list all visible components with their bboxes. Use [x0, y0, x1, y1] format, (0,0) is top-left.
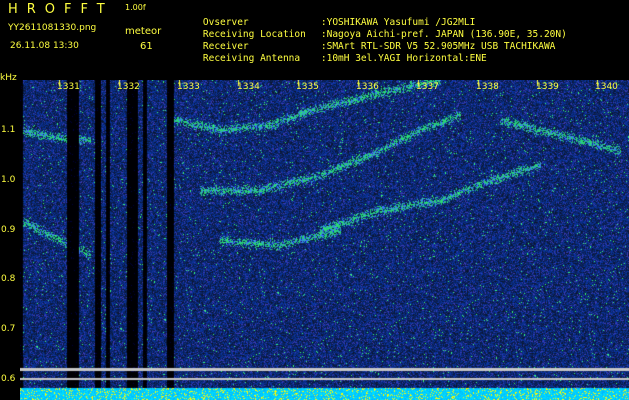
x-tick-label: 1337 [416, 82, 439, 92]
y-tick-label: 0.7 [1, 324, 16, 334]
x-tick-label: 1335 [296, 82, 319, 92]
app-title: HROFFT [8, 2, 114, 17]
file-name: YY2611081330.png [8, 23, 97, 33]
y-axis-unit: kHz [0, 73, 17, 83]
y-tick-label: 0.6 [1, 374, 16, 384]
x-tick-label: 1331 [57, 82, 80, 92]
x-tick-label: 1334 [237, 82, 260, 92]
app-version: 1.00f [125, 3, 146, 12]
info-value: :10mH 3el.YAGI Horizontal:ENE [320, 53, 487, 64]
x-tick-label: 1338 [476, 82, 499, 92]
x-tick-label: 1339 [536, 82, 559, 92]
x-tick-label: 1332 [117, 82, 140, 92]
x-tick-label: 1333 [177, 82, 200, 92]
meteor-label: meteor [125, 26, 162, 37]
meteor-count: 61 [140, 41, 153, 52]
info-key: Receiving Antenna [202, 53, 301, 64]
info-antenna: Receiving Antenna :10mH 3el.YAGI Horizont… [180, 42, 487, 75]
datetime: 26.11.08 13:30 [10, 41, 79, 51]
waterfall-spectrogram [20, 80, 629, 400]
y-tick-label: 1.0 [1, 175, 16, 185]
x-tick-label: 1336 [356, 82, 379, 92]
x-tick-label: 1340 [595, 82, 618, 92]
y-tick-label: 0.8 [1, 274, 16, 284]
hrofft-window: HROFFT 1.00f YY2611081330.png meteor 26.… [0, 0, 629, 400]
y-tick-label: 0.9 [1, 225, 16, 235]
y-tick-label: 1.1 [1, 125, 16, 135]
